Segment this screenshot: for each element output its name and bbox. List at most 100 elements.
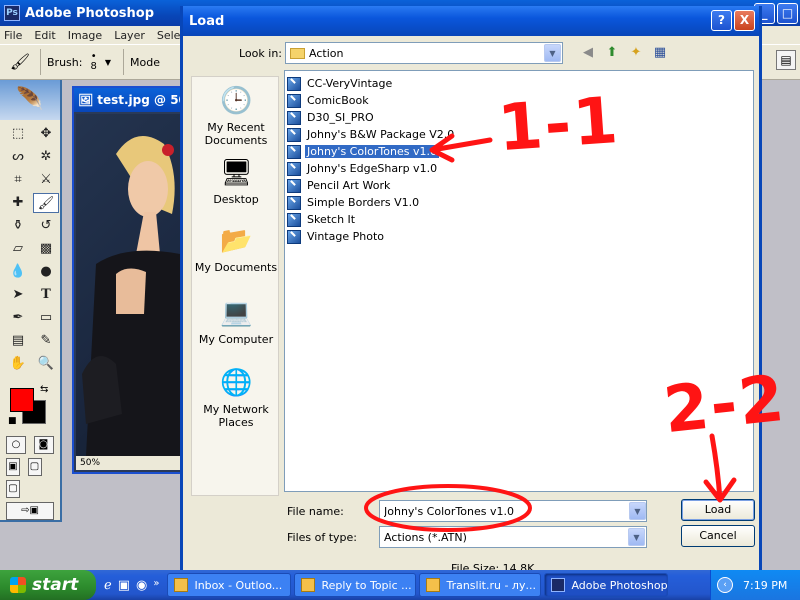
network-places-icon: 🌐 <box>220 368 253 398</box>
file-item[interactable]: CC-VeryVintage <box>287 75 753 92</box>
menu-file[interactable]: File <box>4 29 22 42</box>
file-name: Simple Borders V1.0 <box>307 196 420 209</box>
history-brush-tool-icon[interactable]: ↺ <box>33 216 59 236</box>
windows-flag-icon <box>10 577 26 593</box>
path-selection-tool-icon[interactable]: ➤ <box>5 285 31 305</box>
screen-mode-standard-button[interactable]: ▣ <box>6 458 20 476</box>
magic-wand-tool-icon[interactable]: ✲ <box>33 147 59 167</box>
show-desktop-icon[interactable]: ▣ <box>118 578 130 593</box>
outlook-icon <box>174 578 189 592</box>
action-file-icon <box>287 127 301 142</box>
media-player-icon[interactable]: ◉ <box>136 578 147 593</box>
load-button[interactable]: Load <box>681 499 755 521</box>
up-folder-icon[interactable]: ⬆ <box>603 44 621 62</box>
file-type-label: Files of type: <box>287 531 358 544</box>
chevron-down-icon[interactable]: ▼ <box>105 58 111 67</box>
screen-mode-full-button[interactable]: ▢ <box>6 480 20 498</box>
chevron-down-icon[interactable]: ▼ <box>628 528 645 546</box>
marquee-tool-icon[interactable]: ⬚ <box>5 124 31 144</box>
start-button[interactable]: start <box>0 570 96 600</box>
type-tool-icon[interactable]: T <box>33 285 59 305</box>
place-label: My Recent Documents <box>204 121 268 147</box>
pen-tool-icon[interactable]: ✒ <box>5 308 31 328</box>
internet-explorer-icon[interactable]: ℯ <box>104 578 112 593</box>
quick-launch: ℯ ▣ ◉ » <box>104 578 159 593</box>
palette-well-icon[interactable]: ▤ <box>776 50 796 70</box>
file-name: CC-VeryVintage <box>307 77 393 90</box>
lasso-tool-icon[interactable]: ᔕ <box>5 147 31 167</box>
brush-tool-icon[interactable]: 🖌 <box>33 193 59 213</box>
crop-tool-icon[interactable]: ⌗ <box>5 170 31 190</box>
photoshop-icon <box>551 578 566 592</box>
move-tool-icon[interactable]: ✥ <box>33 124 59 144</box>
jump-to-imageready-button[interactable]: ⇨▣ <box>6 502 54 520</box>
brush-preset-picker[interactable]: • 8 <box>90 52 96 72</box>
file-item[interactable]: Pencil Art Work <box>287 177 753 194</box>
tray-expand-icon[interactable]: ‹ <box>717 577 733 593</box>
gradient-tool-icon[interactable]: ▩ <box>33 239 59 259</box>
menu-edit[interactable]: Edit <box>34 29 55 42</box>
place-desktop[interactable]: 🖥 Desktop <box>192 157 280 206</box>
swap-colors-icon[interactable]: ⇆ <box>40 384 48 395</box>
dialog-title: Load <box>189 13 225 29</box>
task-translit[interactable]: Translit.ru - лу... <box>419 573 542 597</box>
chevron-down-icon[interactable]: ▼ <box>629 502 646 520</box>
action-file-icon <box>287 229 301 244</box>
close-button[interactable]: X <box>734 10 755 31</box>
file-name: Johny's B&W Package V2.0 <box>307 128 455 141</box>
toolbox: 🪶 ⬚ ✥ ᔕ ✲ ⌗ ⚔ ✚ 🖌 ⚱ ↺ ▱ ▩ 💧 ● ➤ T ✒ ▭ ▤ … <box>0 80 62 522</box>
blur-tool-icon[interactable]: 💧 <box>5 262 31 282</box>
brush-tool-icon[interactable]: 🖌 <box>6 49 34 75</box>
view-menu-icon[interactable]: ▦ <box>651 44 669 62</box>
place-my-documents[interactable]: 📂 My Documents <box>192 225 280 274</box>
clone-stamp-tool-icon[interactable]: ⚱ <box>5 216 31 236</box>
taskbar: start ℯ ▣ ◉ » Inbox - Outloo... Reply to… <box>0 570 800 600</box>
place-my-computer[interactable]: 💻 My Computer <box>192 297 280 346</box>
healing-brush-tool-icon[interactable]: ✚ <box>5 193 31 213</box>
file-item[interactable]: Sketch It <box>287 211 753 228</box>
menu-layer[interactable]: Layer <box>114 29 145 42</box>
zoom-tool-icon[interactable]: 🔍 <box>33 354 59 374</box>
task-outlook[interactable]: Inbox - Outloo... <box>167 573 292 597</box>
file-type-value: Actions (*.ATN) <box>384 530 467 544</box>
place-my-network-places[interactable]: 🌐 My Network Places <box>192 367 280 429</box>
new-folder-icon[interactable]: ✦ <box>627 44 645 62</box>
hand-tool-icon[interactable]: ✋ <box>5 354 31 374</box>
options-divider <box>40 49 41 75</box>
cancel-button[interactable]: Cancel <box>681 525 755 547</box>
back-icon[interactable]: ◀ <box>579 44 597 62</box>
chevron-down-icon[interactable]: ▼ <box>544 44 561 62</box>
file-item[interactable]: Simple Borders V1.0 <box>287 194 753 211</box>
standard-mode-button[interactable]: ○ <box>6 436 26 454</box>
file-type-select[interactable]: Actions (*.ATN) ▼ <box>379 526 647 548</box>
maximize-button[interactable]: □ <box>777 3 798 24</box>
photoshop-logo-icon: Ps <box>4 5 20 21</box>
look-in-select[interactable]: Action ▼ <box>285 42 563 64</box>
eyedropper-tool-icon[interactable]: ✎ <box>33 331 59 351</box>
file-item[interactable]: Vintage Photo <box>287 228 753 245</box>
action-file-icon <box>287 110 301 125</box>
task-reply-to-topic[interactable]: Reply to Topic ... <box>294 573 417 597</box>
notes-tool-icon[interactable]: ▤ <box>5 331 31 351</box>
dodge-tool-icon[interactable]: ● <box>33 262 59 282</box>
screen-mode-menu-button[interactable]: ▢ <box>27 458 42 476</box>
help-button[interactable]: ? <box>711 10 732 31</box>
quick-mask-mode-button[interactable]: ◙ <box>33 436 54 454</box>
clock[interactable]: 7:19 PM <box>743 579 787 592</box>
eraser-tool-icon[interactable]: ▱ <box>5 239 31 259</box>
file-name: Johny's ColorTones v1.0 <box>305 145 439 158</box>
zoom-level[interactable]: 50% <box>80 458 100 468</box>
menu-image[interactable]: Image <box>68 29 102 42</box>
browser-icon <box>426 578 441 592</box>
default-colors-icon[interactable]: ■ <box>8 416 17 426</box>
quick-launch-overflow-icon[interactable]: » <box>153 578 159 593</box>
task-label: Inbox - Outloo... <box>194 578 283 592</box>
slice-tool-icon[interactable]: ⚔ <box>33 170 59 190</box>
place-my-recent-documents[interactable]: 🕒 My Recent Documents <box>192 85 280 147</box>
document-canvas[interactable] <box>76 114 180 456</box>
dialog-title-bar: Load ? X <box>183 6 759 36</box>
foreground-color-swatch[interactable] <box>10 388 34 412</box>
file-name-input[interactable] <box>379 500 647 522</box>
shape-tool-icon[interactable]: ▭ <box>33 308 59 328</box>
task-adobe-photoshop[interactable]: Adobe Photoshop <box>544 573 669 597</box>
